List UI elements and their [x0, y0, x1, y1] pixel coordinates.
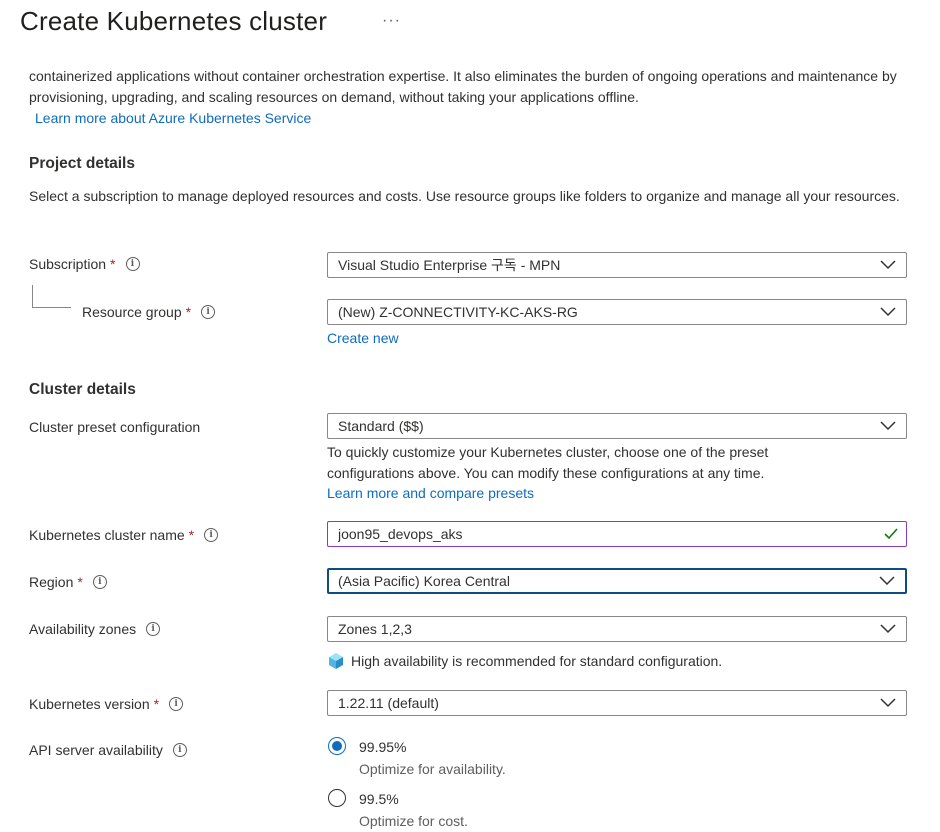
chevron-down-icon [880, 421, 896, 431]
cluster-details-heading: Cluster details [29, 381, 136, 398]
cube-icon [329, 653, 343, 669]
zones-note-text: High availability is recommended for sta… [351, 653, 723, 669]
chevron-down-icon [879, 576, 895, 586]
version-label-text: Kubernetes version [29, 696, 150, 712]
preset-help-text: To quickly customize your Kubernetes clu… [327, 444, 769, 481]
preset-dropdown[interactable]: Standard ($$) [327, 413, 907, 439]
info-icon[interactable]: i [204, 528, 219, 542]
resource-group-label-text: Resource group [82, 304, 182, 320]
api-option-label: 99.95% [359, 739, 407, 755]
compare-presets-link[interactable]: Learn more and compare presets [327, 485, 534, 501]
preset-label: Cluster preset configuration [29, 419, 200, 435]
zones-label: Availability zones i [29, 621, 161, 637]
api-option-description: Optimize for availability. [359, 761, 506, 777]
zones-label-text: Availability zones [29, 621, 137, 637]
intro-text: containerized applications without conta… [29, 66, 909, 129]
info-icon[interactable]: i [125, 257, 140, 271]
chevron-down-icon [880, 624, 896, 634]
subscription-value: Visual Studio Enterprise 구독 - MPN [338, 257, 561, 273]
region-dropdown[interactable]: (Asia Pacific) Korea Central [327, 568, 907, 594]
info-icon[interactable]: i [172, 743, 187, 757]
api-availability-label-text: API server availability [29, 742, 163, 758]
info-icon[interactable]: i [146, 622, 161, 636]
checkmark-icon [884, 528, 898, 540]
radio-selected-dot [332, 741, 342, 751]
chevron-down-icon [880, 307, 896, 317]
zones-dropdown[interactable]: Zones 1,2,3 [327, 616, 907, 642]
required-marker: * [185, 304, 192, 320]
preset-value: Standard ($$) [338, 418, 424, 434]
page-title: Create Kubernetes cluster [20, 6, 328, 36]
region-label-text: Region [29, 574, 74, 590]
cluster-name-label-text: Kubernetes cluster name [29, 527, 185, 543]
region-value: (Asia Pacific) Korea Central [338, 573, 510, 589]
api-option-label: 99.5% [359, 791, 399, 807]
tree-connector [32, 285, 71, 308]
learn-more-aks-link[interactable]: Learn more about Azure Kubernetes Servic… [35, 110, 311, 126]
version-label: Kubernetes version * i [29, 696, 184, 712]
subscription-label: Subscription * i [29, 256, 140, 272]
required-marker: * [77, 574, 83, 590]
create-new-resource-group-link[interactable]: Create new [327, 330, 399, 346]
radio-api-99-95[interactable] [328, 737, 346, 755]
required-marker: * [153, 696, 160, 712]
resource-group-value: (New) Z-CONNECTIVITY-KC-AKS-RG [338, 304, 578, 320]
chevron-down-icon [880, 698, 896, 708]
version-value: 1.22.11 (default) [338, 695, 439, 711]
resource-group-label: Resource group * i [82, 304, 216, 320]
zones-value: Zones 1,2,3 [338, 621, 412, 637]
resource-group-dropdown[interactable]: (New) Z-CONNECTIVITY-KC-AKS-RG [327, 299, 907, 325]
project-details-description: Select a subscription to manage deployed… [29, 188, 900, 204]
chevron-down-icon [880, 260, 896, 270]
cluster-name-input[interactable]: joon95_devops_aks [327, 521, 907, 547]
info-icon[interactable]: i [201, 305, 216, 319]
info-icon[interactable]: i [92, 575, 107, 589]
zones-note: High availability is recommended for sta… [327, 652, 722, 670]
cluster-name-label: Kubernetes cluster name * i [29, 527, 219, 543]
more-options-button[interactable]: ··· [382, 12, 401, 30]
subscription-dropdown[interactable]: Visual Studio Enterprise 구독 - MPN [327, 252, 907, 278]
project-details-heading: Project details [29, 155, 135, 172]
cluster-name-value: joon95_devops_aks [338, 526, 463, 542]
version-dropdown[interactable]: 1.22.11 (default) [327, 690, 907, 716]
subscription-label-text: Subscription [29, 256, 107, 272]
intro-description: containerized applications without conta… [29, 68, 897, 105]
info-icon[interactable]: i [169, 697, 184, 711]
radio-api-99-5[interactable] [328, 789, 346, 807]
api-availability-label: API server availability i [29, 742, 187, 758]
api-option-description: Optimize for cost. [359, 813, 468, 829]
required-marker: * [188, 527, 195, 543]
preset-label-text: Cluster preset configuration [29, 419, 201, 435]
region-label: Region * i [29, 574, 107, 590]
required-marker: * [110, 256, 116, 272]
